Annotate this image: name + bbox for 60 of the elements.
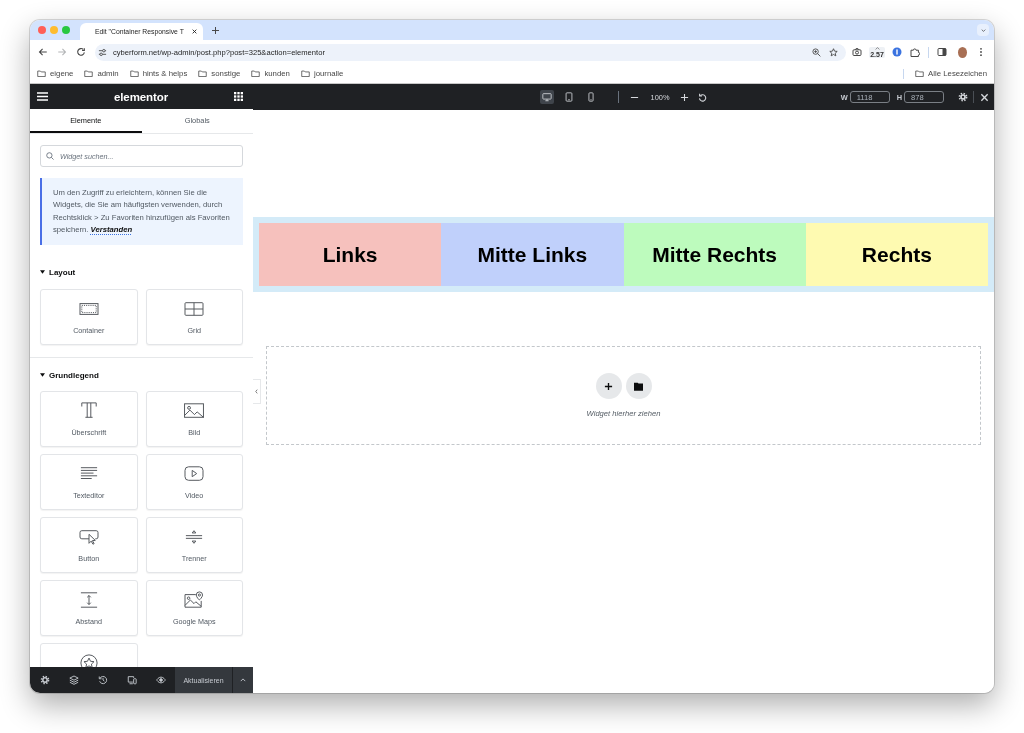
column-heading: Mitte Rechts [652,242,778,267]
folder-icon[interactable] [300,70,310,77]
tablet-icon [563,92,574,102]
chevron-up-icon [240,678,246,682]
devices-icon[interactable] [126,675,137,685]
image-icon [183,402,206,420]
side-panel-icon[interactable] [937,47,947,57]
folder-icon[interactable] [251,70,261,77]
site-settings-icon[interactable] [98,47,107,57]
folder-icon[interactable] [915,70,925,77]
folder-icon[interactable] [84,70,94,77]
column-heading: Mitte Links [477,242,588,267]
column-block[interactable]: Mitte Links [441,223,624,286]
plus-icon[interactable] [211,26,219,34]
camera-icon[interactable] [852,47,862,57]
apps-grid-icon[interactable] [234,92,243,101]
dashed-frame-icon [77,300,100,318]
extension-icon[interactable] [892,47,902,57]
folder-icon[interactable] [129,70,139,77]
history-icon[interactable] [97,675,108,685]
chevron-up-icon [874,46,880,50]
map-pin-icon [183,591,206,609]
desktop-icon [541,92,552,102]
plus-icon [604,381,613,391]
search-icon [46,152,54,160]
settings-icon[interactable] [39,675,50,685]
column-block[interactable]: Links [259,223,442,286]
avatar-icon[interactable] [957,46,967,58]
column-block[interactable]: Rechts [805,223,988,286]
zoom-in-icon[interactable] [812,47,821,57]
grid-icon [183,300,206,318]
folder-icon[interactable] [37,70,46,77]
reload-icon[interactable] [75,47,86,57]
menu-icon[interactable] [37,92,48,101]
back-arrow-icon[interactable] [37,47,48,57]
settings-icon[interactable] [958,92,968,102]
device-toggle[interactable] [539,90,554,104]
folder-icon[interactable] [198,70,208,77]
caret-icon[interactable] [40,270,45,274]
caret-icon[interactable] [40,373,45,377]
chevron-left-icon [255,389,258,394]
eye-icon[interactable] [155,675,166,685]
layers-icon[interactable] [68,675,79,685]
column-heading: Rechts [861,242,932,267]
chevron-down-icon [980,28,986,32]
column-heading: Links [322,242,378,267]
category-heading[interactable]: Layout [49,267,76,277]
container-section[interactable]: Links Mitte Links Mitte Rechts Rechts [253,217,994,292]
star-icon[interactable] [829,47,838,57]
mobile-icon [585,92,596,102]
column-block[interactable]: Mitte Rechts [623,223,806,286]
play-icon [183,465,206,483]
category-heading[interactable]: Grundlegend [49,370,99,380]
puzzle-icon[interactable] [910,47,920,57]
cursor-button-icon [77,528,100,546]
logo-text: elementor [113,90,169,103]
folder-icon [634,381,643,391]
reset-icon[interactable] [698,92,708,102]
close-icon[interactable] [191,29,197,34]
template-library-button[interactable] [625,373,652,399]
